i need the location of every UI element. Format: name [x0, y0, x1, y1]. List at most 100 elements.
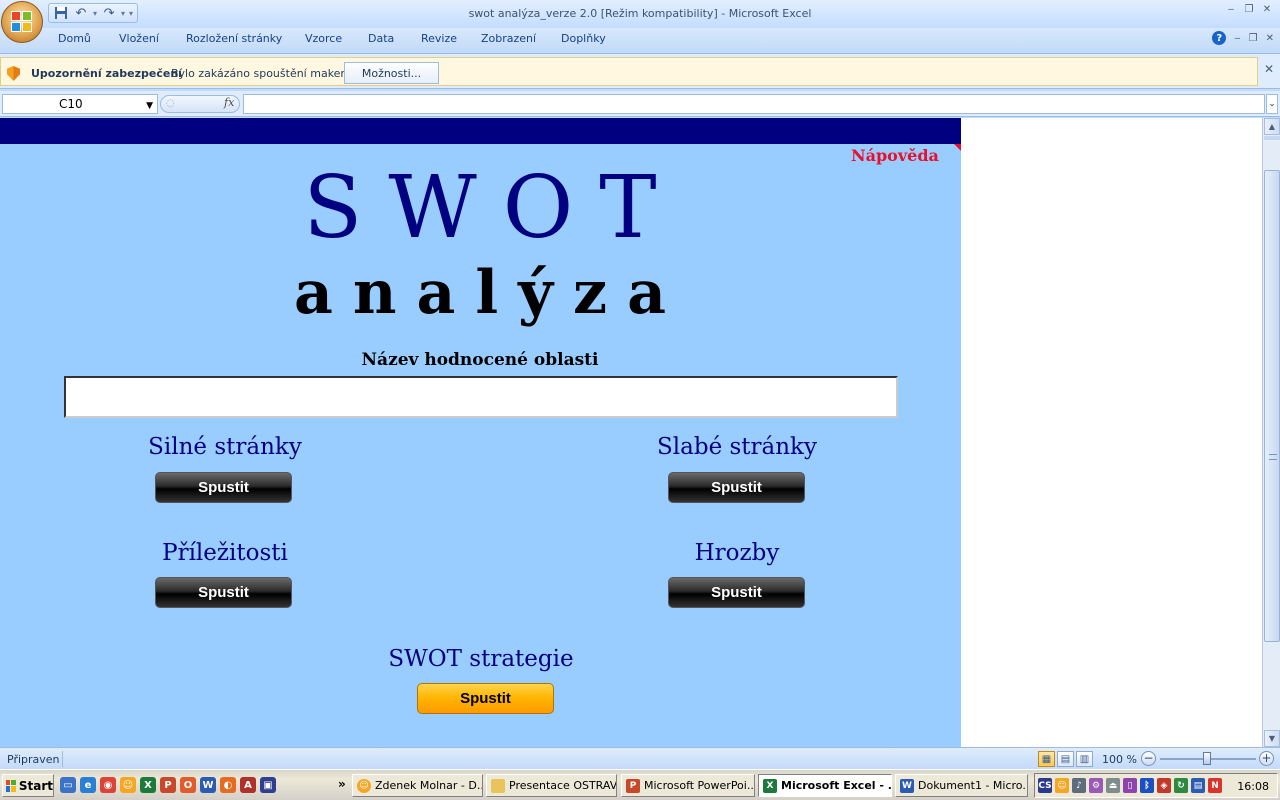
- formula-expand-icon[interactable]: ⌄: [1266, 94, 1278, 114]
- windows-logo-icon: [6, 779, 16, 792]
- opportunities-run-button[interactable]: Spustit: [155, 577, 292, 608]
- usb-icon[interactable]: ▯: [1123, 778, 1137, 793]
- norton-icon[interactable]: N: [1208, 778, 1222, 793]
- page-break-view-icon[interactable]: ▥: [1076, 751, 1093, 767]
- scroll-down-icon[interactable]: ▼: [1264, 730, 1280, 747]
- tab-data[interactable]: Data: [368, 32, 394, 45]
- taskbar: Start ▭ e ◉ ☺ X P O W ◐ A ▣ » ☺ Zdenek M…: [0, 769, 1280, 800]
- office-button[interactable]: [1, 1, 43, 43]
- tab-insert[interactable]: Vložení: [119, 32, 159, 45]
- tab-formulas[interactable]: Vzorce: [305, 32, 342, 45]
- security-options-button[interactable]: Možnosti...: [344, 62, 439, 84]
- close-icon[interactable]: ✕: [1260, 2, 1274, 16]
- zoom-level[interactable]: 100 %: [1102, 753, 1137, 766]
- worksheet[interactable]: Nápověda SWOT analýza Název hodnocené ob…: [0, 118, 1262, 747]
- task-label: Zdenek Molnar - D...: [375, 779, 483, 792]
- weaknesses-run-button[interactable]: Spustit: [668, 472, 805, 503]
- workbook-close-icon[interactable]: ✕: [1266, 33, 1274, 44]
- help-icon[interactable]: ?: [1212, 31, 1227, 45]
- task-label: Presentace OSTRAVA: [509, 779, 617, 792]
- scroll-thumb[interactable]: [1264, 170, 1280, 642]
- messenger-tray-icon[interactable]: ☺: [1055, 778, 1069, 793]
- zoom-slider-thumb[interactable]: [1203, 752, 1211, 765]
- language-icon[interactable]: CS: [1038, 778, 1052, 793]
- name-box[interactable]: C10 ▼: [2, 94, 158, 114]
- weaknesses-heading: Slabé stránky: [657, 434, 817, 460]
- name-box-dropdown-icon[interactable]: ▼: [146, 97, 153, 115]
- tab-page-layout[interactable]: Rozložení stránky: [186, 32, 282, 45]
- area-name-input[interactable]: [64, 376, 898, 418]
- task-folder[interactable]: Presentace OSTRAVA: [486, 774, 617, 797]
- scroll-up-icon[interactable]: ▲: [1264, 118, 1280, 135]
- security-close-icon[interactable]: ✕: [1264, 62, 1274, 76]
- security-message: Bylo zakázáno spouštění maker.: [171, 67, 348, 80]
- formula-input[interactable]: [243, 94, 1265, 114]
- help-link[interactable]: Nápověda: [851, 146, 939, 165]
- volume-icon[interactable]: ♪: [1072, 778, 1086, 793]
- sync-icon[interactable]: ↻: [1174, 778, 1188, 793]
- zoom-out-icon[interactable]: −: [1141, 751, 1156, 766]
- strategy-run-button[interactable]: Spustit: [417, 683, 554, 714]
- formula-bar: C10 ▼ ◌ fx ⌄: [0, 91, 1280, 117]
- name-box-value: C10: [59, 97, 83, 111]
- network-icon[interactable]: ⚙: [1089, 778, 1103, 793]
- start-button[interactable]: Start: [2, 774, 54, 797]
- workbook-minimize-icon[interactable]: ‒: [1234, 33, 1240, 44]
- opportunities-heading: Příležitosti: [162, 540, 288, 566]
- messenger-icon: ☺: [357, 778, 371, 793]
- display-icon[interactable]: ▤: [1191, 778, 1205, 793]
- safe-remove-icon[interactable]: ⏏: [1106, 778, 1120, 793]
- show-desktop-icon[interactable]: ▭: [60, 777, 76, 793]
- tab-view[interactable]: Zobrazení: [481, 32, 536, 45]
- task-word[interactable]: W Dokument1 - Micro...: [895, 774, 1028, 797]
- expand-circle-icon: ◌: [166, 98, 175, 109]
- firefox-icon[interactable]: ◐: [220, 777, 236, 793]
- bluetooth-icon[interactable]: ᛒ: [1140, 778, 1154, 793]
- excel-icon[interactable]: X: [140, 777, 156, 793]
- security-title: Upozornění zabezpečení: [31, 67, 182, 80]
- threats-heading: Hrozby: [694, 540, 780, 566]
- split-box[interactable]: [1264, 136, 1280, 140]
- chrome-icon[interactable]: ◉: [100, 777, 116, 793]
- title-bar: ↶ ▾ ↷ ▾ ▾ swot analýza_verze 2.0 [Režim …: [0, 0, 1280, 43]
- window-controls: ‒ ❐ ✕: [1224, 2, 1274, 16]
- formula-buttons: ◌ fx: [160, 94, 242, 114]
- normal-view-icon[interactable]: ▦: [1038, 751, 1055, 767]
- strategy-heading: SWOT strategie: [388, 646, 574, 672]
- insert-function-icon[interactable]: fx: [224, 96, 234, 109]
- tab-review[interactable]: Revize: [421, 32, 457, 45]
- acrobat-icon[interactable]: A: [240, 777, 256, 793]
- threats-run-button[interactable]: Spustit: [668, 577, 805, 608]
- workbook-restore-icon[interactable]: ❐: [1249, 33, 1258, 44]
- task-label: Dokument1 - Micro...: [918, 779, 1028, 792]
- tab-home[interactable]: Domů: [58, 32, 91, 45]
- restore-icon[interactable]: ❐: [1242, 2, 1256, 16]
- header-band: [0, 118, 961, 144]
- quick-launch: ▭ e ◉ ☺ X P O W ◐ A ▣: [60, 777, 276, 793]
- powerpoint-icon[interactable]: P: [160, 777, 176, 793]
- comment-indicator-icon: [954, 144, 961, 151]
- task-excel[interactable]: X Microsoft Excel - ...: [758, 774, 892, 797]
- task-label: Microsoft PowerPoi...: [644, 779, 755, 792]
- word-icon[interactable]: W: [200, 777, 216, 793]
- task-powerpoint[interactable]: P Microsoft PowerPoi...: [621, 774, 755, 797]
- status-bar: Připraven ▦ ▤ ▥ 100 % − +: [0, 747, 1280, 769]
- tab-addins[interactable]: Doplňky: [561, 32, 606, 45]
- powerpoint-icon: P: [626, 778, 640, 793]
- page-layout-view-icon[interactable]: ▤: [1057, 751, 1074, 767]
- save-disk-icon[interactable]: ▣: [260, 777, 276, 793]
- shield-icon: [7, 66, 20, 81]
- security-warning: Upozornění zabezpečení Bylo zakázáno spo…: [0, 57, 1258, 86]
- quick-launch-more-icon[interactable]: »: [338, 777, 346, 791]
- strengths-run-button[interactable]: Spustit: [155, 472, 292, 503]
- minimize-icon[interactable]: ‒: [1224, 2, 1238, 16]
- area-name-label: Název hodnocené oblasti: [361, 350, 599, 370]
- messenger-icon[interactable]: ☺: [120, 777, 136, 793]
- outlook-icon[interactable]: O: [180, 777, 196, 793]
- zoom-in-icon[interactable]: +: [1259, 751, 1274, 766]
- antivirus-icon[interactable]: ◈: [1157, 778, 1171, 793]
- task-messenger[interactable]: ☺ Zdenek Molnar - D...: [352, 774, 483, 797]
- internet-explorer-icon[interactable]: e: [80, 777, 96, 793]
- vertical-scrollbar[interactable]: ▲ ▼: [1262, 118, 1280, 747]
- tray-icons: CS ☺ ♪ ⚙ ⏏ ▯ ᛒ ◈ ↻ ▤ N: [1038, 778, 1222, 793]
